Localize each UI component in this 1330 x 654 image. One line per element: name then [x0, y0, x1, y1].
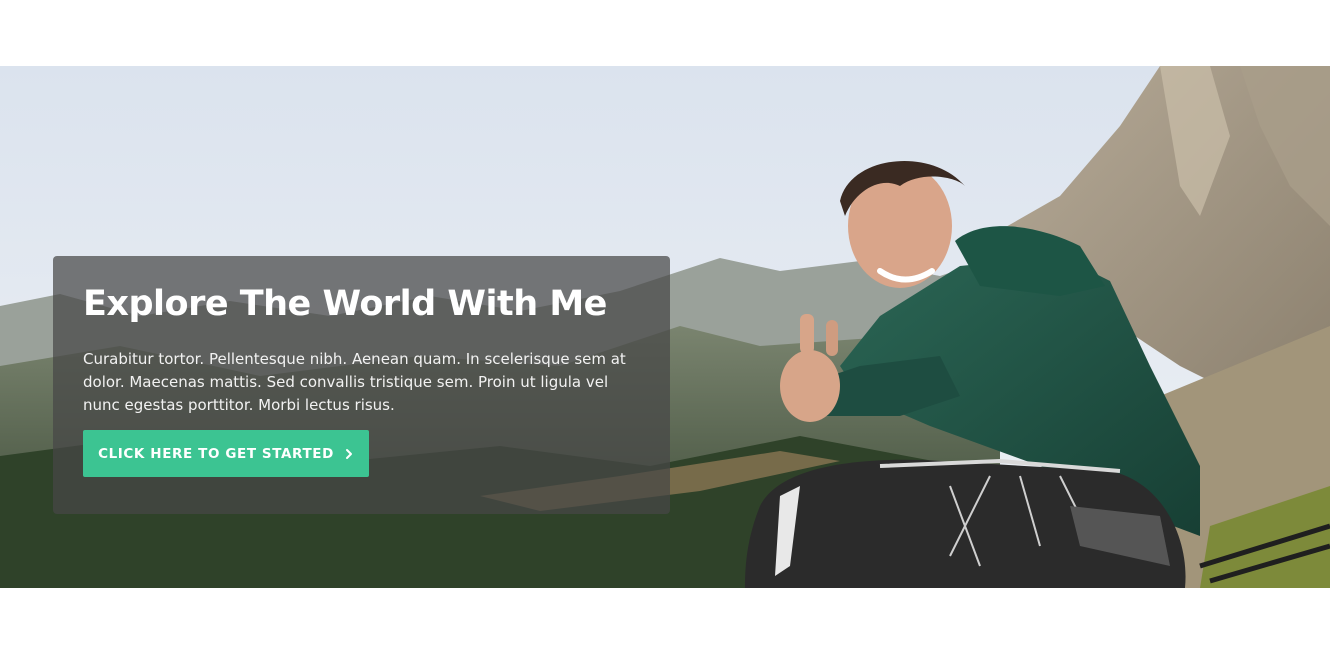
- hero-overlay-card: Explore The World With Me Curabitur tort…: [53, 256, 670, 514]
- page: Explore The World With Me Curabitur tort…: [0, 0, 1330, 654]
- hero-banner: Explore The World With Me Curabitur tort…: [0, 66, 1330, 588]
- get-started-button[interactable]: CLICK HERE TO GET STARTED: [83, 430, 369, 477]
- chevron-right-icon: [344, 448, 354, 460]
- get-started-button-label: CLICK HERE TO GET STARTED: [98, 445, 334, 462]
- hero-description: Curabitur tortor. Pellentesque nibh. Aen…: [83, 350, 626, 414]
- hero-title: Explore The World With Me: [83, 284, 607, 324]
